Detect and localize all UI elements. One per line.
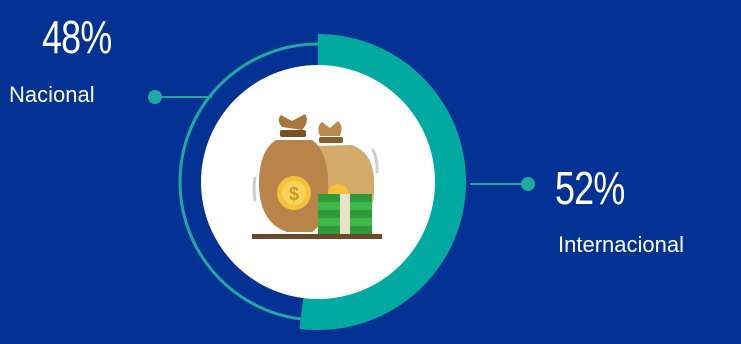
leader-dot-internacional [521, 177, 535, 191]
svg-text:$: $ [289, 184, 299, 204]
category-label-nacional: Nacional [9, 82, 95, 107]
leader-dot-nacional [148, 90, 162, 104]
category-label-internacional: Internacional [558, 232, 684, 257]
value-label-nacional: 48% [42, 11, 112, 63]
value-label-internacional: 52% [555, 162, 625, 214]
